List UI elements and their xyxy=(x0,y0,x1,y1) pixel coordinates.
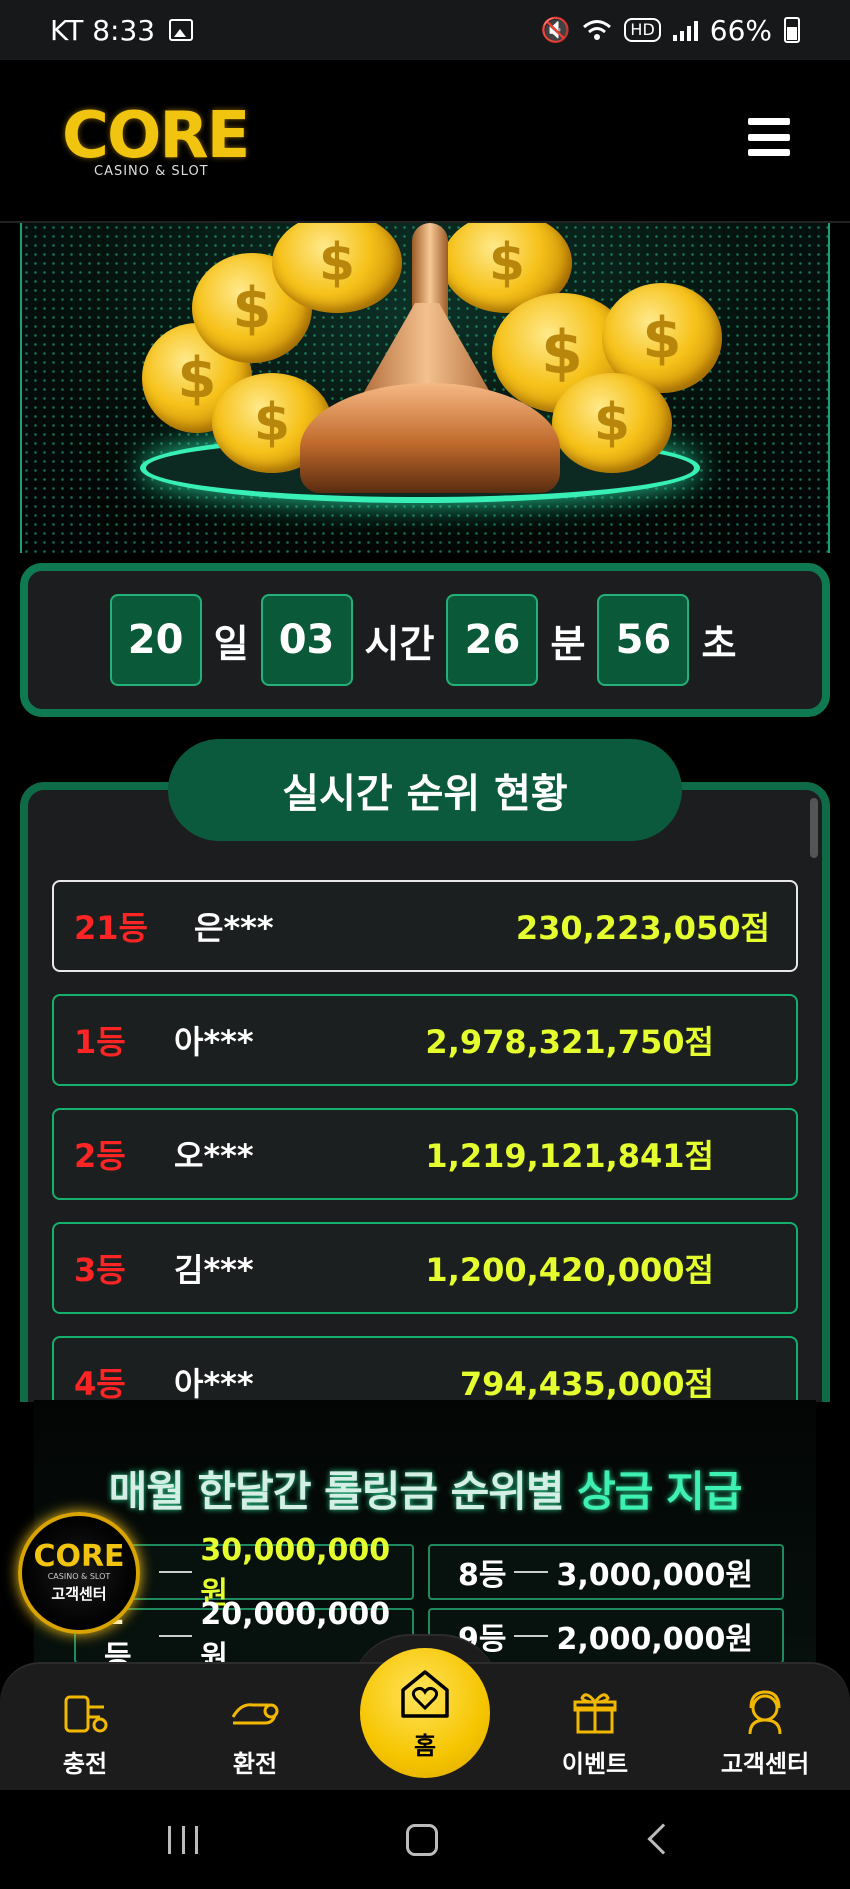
hd-icon: HD xyxy=(624,18,661,42)
recent-apps-icon[interactable] xyxy=(168,1826,198,1856)
ranking-scrollbar[interactable] xyxy=(810,798,818,858)
prize-section: 매월 한달간 롤링금 순위별 상금 지급 1등30,000,000원 8등3,0… xyxy=(34,1400,816,1670)
rank-label: 1등 xyxy=(74,1023,126,1061)
countdown-minutes-unit: 분 xyxy=(550,621,586,666)
home-system-icon[interactable] xyxy=(406,1824,438,1856)
player-score: 794,435,000점 xyxy=(459,1365,714,1402)
status-bar: KT 8:33 🔇 HD 66% xyxy=(0,0,850,60)
prize-amount: 2,000,000원 xyxy=(556,1622,753,1657)
player-score: 230,223,050점 xyxy=(515,909,770,947)
nav-exchange[interactable]: 환전 xyxy=(185,1688,325,1779)
badge-subtitle: CASINO & SLOT xyxy=(47,1572,111,1581)
player-score: 1,200,420,000점 xyxy=(425,1251,714,1289)
player-name: 아*** xyxy=(174,1365,254,1402)
prize-title-text: 매월 한달간 롤링금 순위별 xyxy=(108,1467,578,1516)
hero-banner-image: $ $ $ $ $ $ $ $ xyxy=(20,223,830,553)
headset-icon xyxy=(739,1688,791,1738)
table-row: 4등 아*** 794,435,000점 xyxy=(52,1336,798,1402)
table-row: 3등 김*** 1,200,420,000점 xyxy=(52,1222,798,1314)
rank-label: 4등 xyxy=(74,1365,126,1402)
countdown-minutes: 26 xyxy=(446,594,539,686)
countdown-seconds-unit: 초 xyxy=(701,621,737,666)
countdown-hours: 03 xyxy=(260,594,353,686)
rank-label: 3등 xyxy=(74,1251,126,1289)
nav-home-label: 홈 xyxy=(413,1731,437,1760)
countdown-seconds: 56 xyxy=(597,594,690,686)
customer-center-badge[interactable]: CORE CASINO & SLOT 고객센터 xyxy=(18,1512,140,1634)
prize-title-highlight: 상금 지급 xyxy=(577,1467,742,1516)
countdown-hours-unit: 시간 xyxy=(364,621,435,666)
nav-home-button[interactable]: 홈 xyxy=(360,1648,490,1778)
prize-cell: 8등 3,000,000원 xyxy=(428,1544,784,1600)
wifi-icon xyxy=(583,20,612,40)
home-heart-icon xyxy=(401,1669,449,1718)
battery-icon xyxy=(784,17,800,43)
table-row: 1등 아*** 2,978,321,750점 xyxy=(52,994,798,1086)
player-name: 은*** xyxy=(194,909,274,947)
player-name: 오*** xyxy=(174,1137,254,1175)
badge-logo: CORE xyxy=(33,1539,125,1574)
prize-title: 매월 한달간 롤링금 순위별 상금 지급 xyxy=(34,1458,816,1519)
prize-amount: 3,000,000원 xyxy=(556,1558,753,1593)
player-score: 2,978,321,750점 xyxy=(425,1023,714,1061)
rank-label: 21등 xyxy=(74,909,148,947)
carrier-time: KT 8:33 xyxy=(50,13,156,47)
menu-icon[interactable] xyxy=(748,118,790,156)
prize-rank: 8등 xyxy=(458,1558,507,1593)
player-name: 김*** xyxy=(174,1251,254,1289)
charge-icon xyxy=(59,1688,111,1738)
nav-support[interactable]: 고객센터 xyxy=(695,1688,835,1779)
signal-icon xyxy=(672,19,698,41)
nav-event-label: 이벤트 xyxy=(561,1750,629,1778)
my-rank-row: 21등 은*** 230,223,050점 xyxy=(52,880,798,972)
nav-support-label: 고객센터 xyxy=(720,1750,810,1778)
core-logo[interactable]: CORE CASINO & SLOT xyxy=(62,104,252,184)
badge-label: 고객센터 xyxy=(51,1585,107,1603)
table-row: 2등 오*** 1,219,121,841점 xyxy=(52,1108,798,1200)
android-nav-bar xyxy=(0,1790,850,1889)
event-countdown: 20 일 03 시간 26 분 56 초 xyxy=(20,563,830,717)
countdown-days: 20 xyxy=(109,594,202,686)
nav-charge[interactable]: 충전 xyxy=(15,1688,155,1779)
player-name: 아*** xyxy=(174,1023,254,1061)
nav-event[interactable]: 이벤트 xyxy=(525,1688,665,1779)
gift-icon xyxy=(569,1688,621,1738)
countdown-days-unit: 일 xyxy=(213,621,249,666)
exchange-icon xyxy=(229,1688,281,1738)
mute-icon: 🔇 xyxy=(540,16,571,44)
nav-exchange-label: 환전 xyxy=(232,1750,278,1778)
logo-main: CORE xyxy=(62,99,250,173)
site-header: CORE CASINO & SLOT xyxy=(0,60,850,223)
battery-percent: 66% xyxy=(709,13,772,47)
back-icon[interactable] xyxy=(647,1823,679,1855)
rank-label: 2등 xyxy=(74,1137,126,1175)
gallery-notification-icon xyxy=(169,19,194,41)
player-score: 1,219,121,841점 xyxy=(425,1137,714,1175)
coin-icon: $ xyxy=(552,373,672,473)
ranking-list[interactable]: 21등 은*** 230,223,050점 1등 아*** 2,978,321,… xyxy=(20,782,830,1402)
nav-charge-label: 충전 xyxy=(62,1750,108,1778)
ranking-title: 실시간 순위 현황 xyxy=(168,739,682,841)
